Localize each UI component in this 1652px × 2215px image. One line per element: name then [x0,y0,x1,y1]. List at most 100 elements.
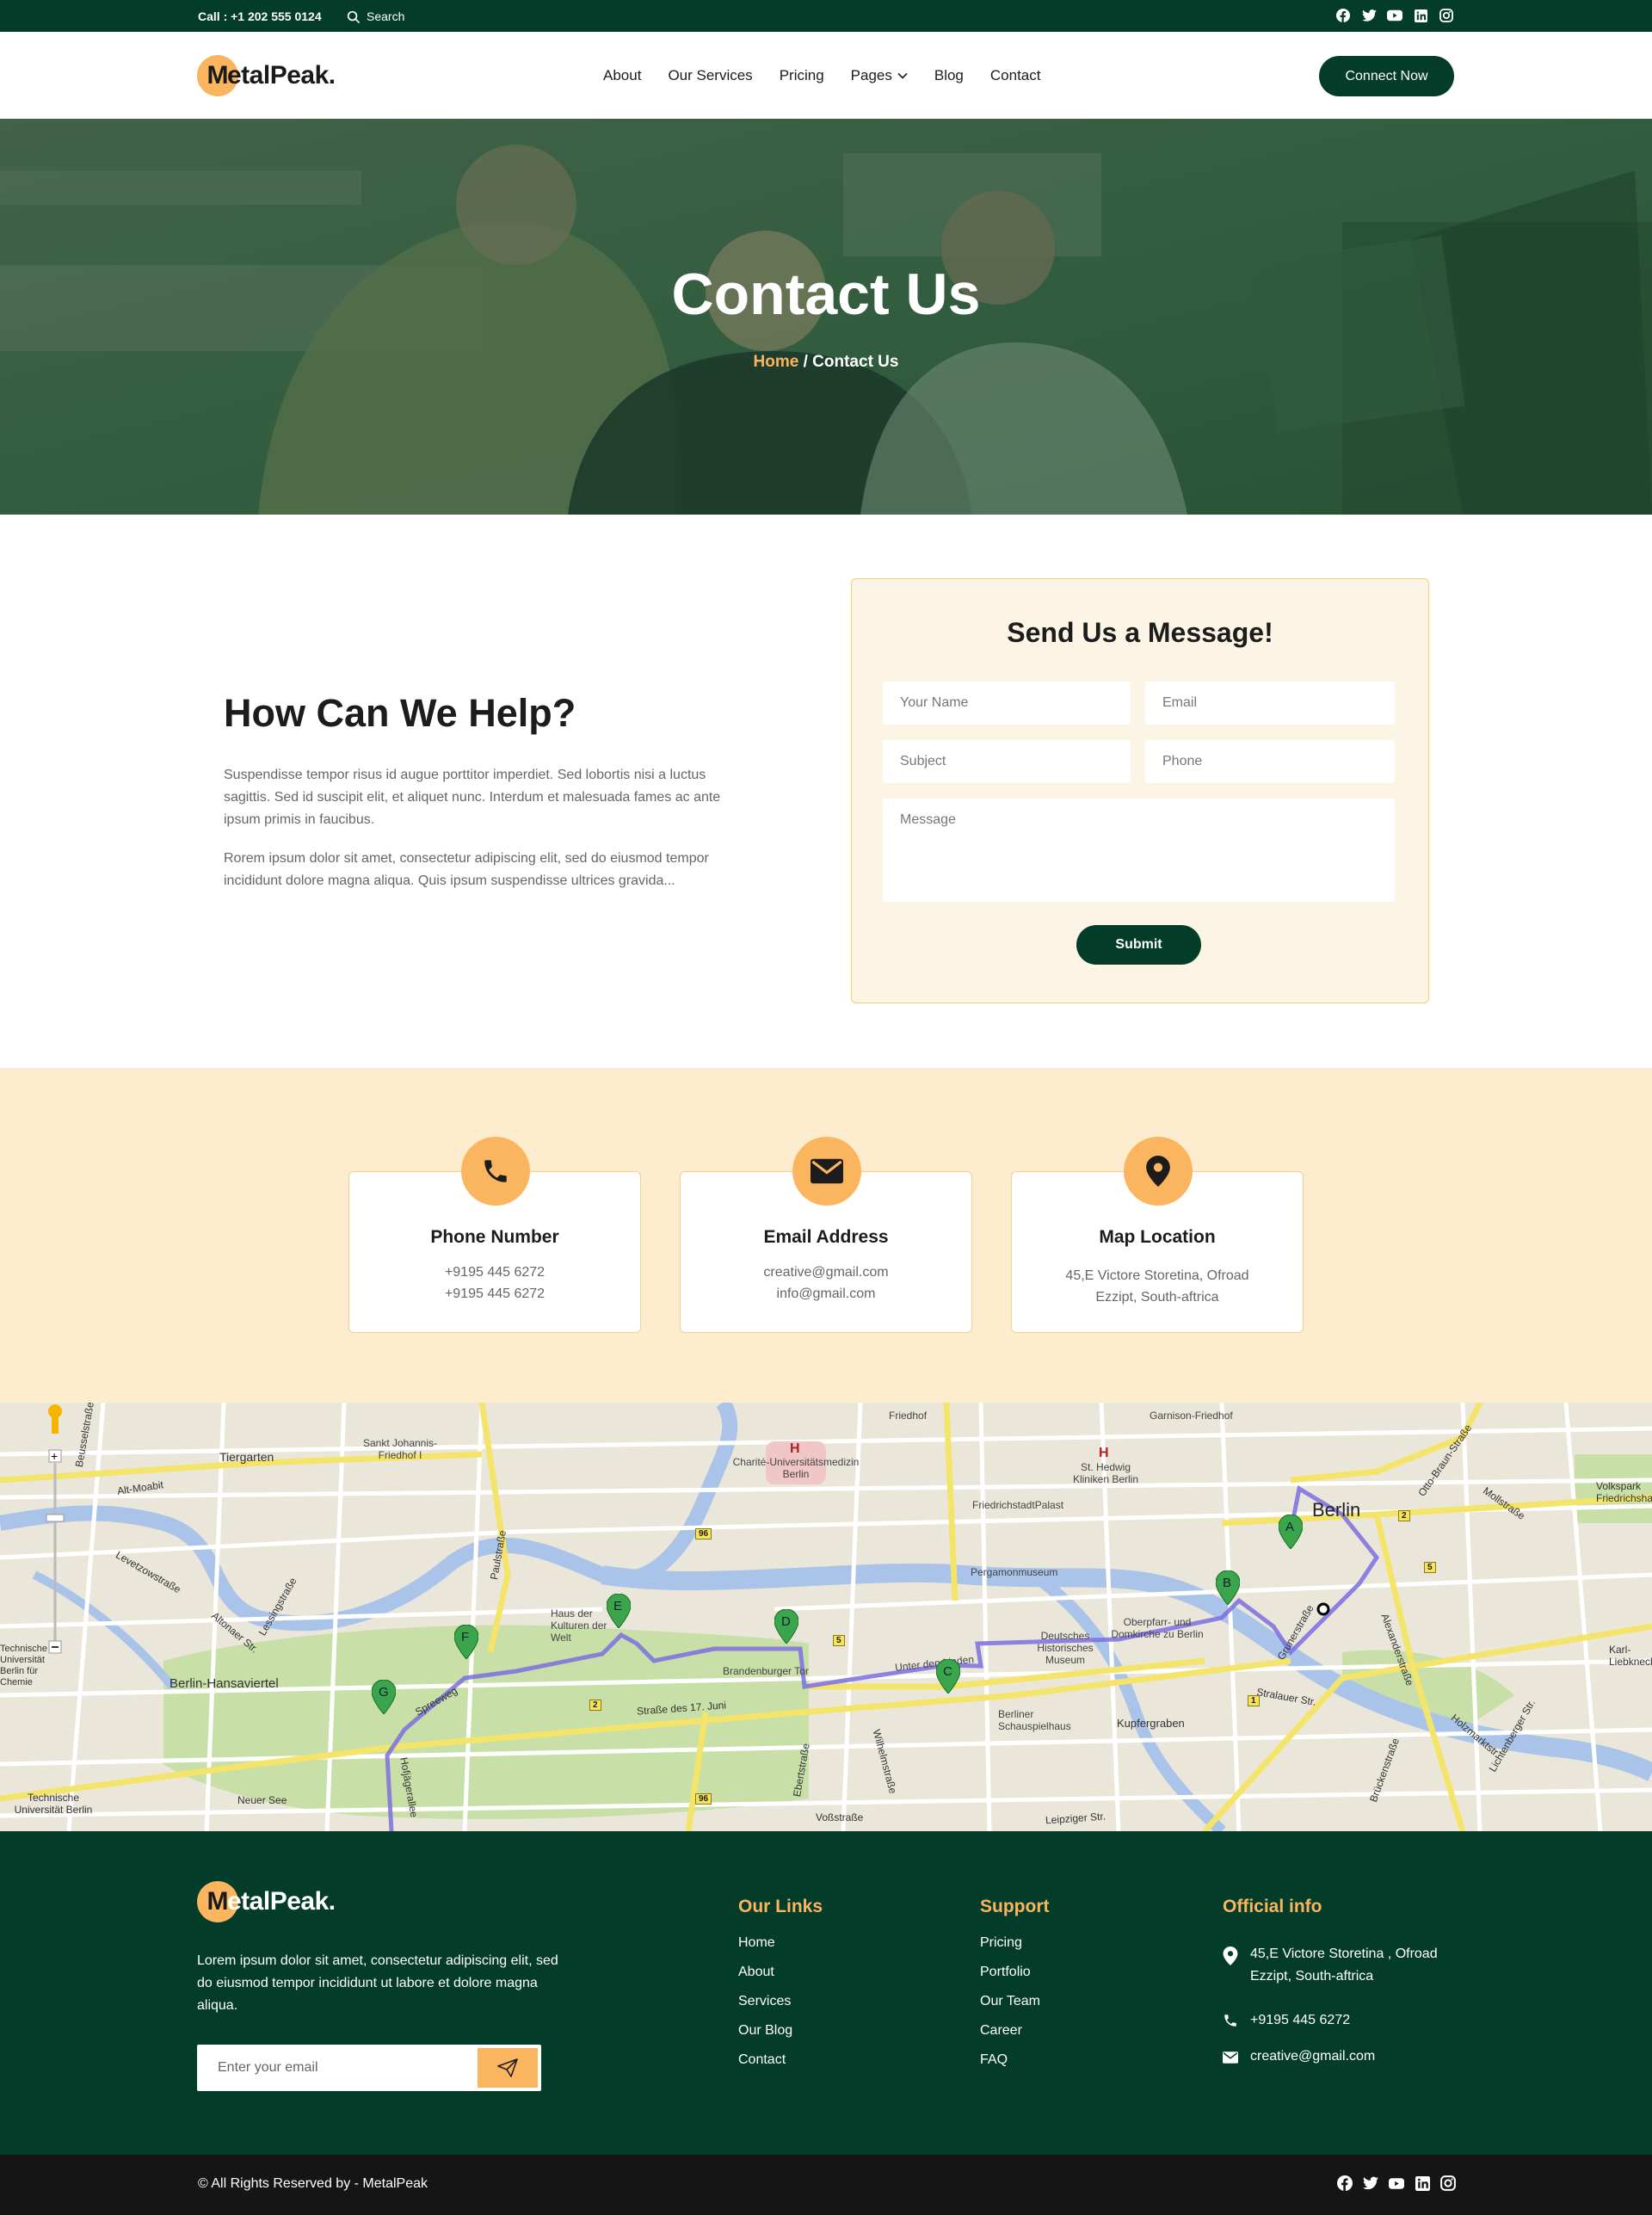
google-map[interactable]: H H + Tiergarten Alt-Moabit Sankt Johann… [0,1403,1652,1831]
map-label-charite: Charité-Universitätsmedizin Berlin [732,1456,860,1480]
copyright-bar: © All Rights Reserved by - MetalPeak [0,2155,1652,2215]
newsletter-form [197,2045,541,2091]
contact-info-section: Phone Number +9195 445 6272 +9195 445 627… [0,1068,1652,1403]
marker-letter: C [943,1664,952,1679]
map-marker-d[interactable]: D [774,1608,799,1648]
map-marker-a[interactable]: A [1278,1514,1304,1553]
copyright-text: © All Rights Reserved by - MetalPeak [198,2176,428,2191]
nav-about[interactable]: About [603,67,641,84]
phone-card-title: Phone Number [430,1227,559,1247]
footer-link-portfolio[interactable]: Portfolio [980,1965,1049,1994]
help-paragraph-2: Rorem ipsum dolor sit amet, consectetur … [224,851,709,888]
road-shield: 2 [1398,1510,1410,1521]
nav-blog[interactable]: Blog [934,67,964,84]
footer-phone-text[interactable]: +9195 445 6272 [1250,2009,1350,2036]
help-paragraph-1: Suspendisse tempor risus id augue portti… [224,768,721,827]
footer-link-about[interactable]: About [738,1965,823,1994]
form-title: Send Us a Message! [1007,617,1273,648]
footer-link-our-team[interactable]: Our Team [980,1994,1049,2023]
logo-text: etalPeak. [227,61,336,89]
map-marker-b[interactable]: B [1215,1570,1241,1609]
map-label-neuer-see: Neuer See [237,1794,287,1806]
nav-our-services[interactable]: Our Services [668,67,752,84]
youtube-icon[interactable] [1389,2175,1404,2191]
footer-link-home[interactable]: Home [738,1935,823,1965]
email-input[interactable] [1145,682,1395,725]
site-logo[interactable]: M etalPeak. [197,55,336,96]
main-nav: About Our Services Pricing Pages Blog Co… [603,67,1040,84]
footer-email-text[interactable]: creative@gmail.com [1250,2045,1375,2071]
linkedin-icon[interactable] [1415,2175,1430,2191]
chevron-down-icon [897,72,908,79]
email-line-1[interactable]: creative@gmail.com [681,1262,971,1283]
map-card-values: 45,E Victore Storetina, Ofroad Ezzipt, So… [1012,1265,1303,1308]
footer-link-pricing[interactable]: Pricing [980,1935,1049,1965]
search-icon [347,10,360,23]
map-marker-e[interactable]: E [606,1593,632,1632]
map-label-st-hedwig: St. Hedwig Kliniken Berlin [1072,1461,1139,1485]
email-card-title: Email Address [763,1227,889,1247]
footer-address: 45,E Victore Storetina , Ofroad Ezzipt, … [1223,1943,1455,1988]
marker-letter: B [1223,1576,1231,1590]
instagram-icon[interactable] [1439,8,1454,23]
nav-pricing[interactable]: Pricing [780,67,824,84]
breadcrumb-current: Contact Us [812,353,899,371]
map-label-brandenburger-tor: Brandenburger Tor [723,1665,809,1677]
map-marker-c[interactable]: C [935,1658,961,1698]
map-label-garnison: Garnison-Friedhof [1150,1410,1233,1422]
breadcrumb-home[interactable]: Home [754,353,799,371]
map-location-card: Map Location 45,E Victore Storetina, Ofr… [1011,1137,1304,1333]
footer-link-our-blog[interactable]: Our Blog [738,2023,823,2052]
hero-banner: Contact Us Home / Contact Us [0,119,1652,515]
newsletter-send-button[interactable] [478,2048,538,2088]
marker-letter: F [461,1630,469,1644]
email-line-2[interactable]: info@gmail.com [681,1283,971,1305]
official-info-heading: Official info [1223,1897,1322,1916]
map-marker-f[interactable]: F [453,1624,479,1663]
phone-line-1[interactable]: +9195 445 6272 [349,1262,640,1283]
map-label-friedrichstadtpalast: FriedrichstadtPalast [972,1499,1064,1511]
footer-support-column: Support Pricing Portfolio Our Team Caree… [980,1897,1049,2082]
map-label-friedhof-2: Friedhof [889,1410,928,1422]
facebook-icon[interactable] [1337,2175,1353,2191]
linkedin-icon[interactable] [1413,8,1428,23]
connect-now-button[interactable]: Connect Now [1319,56,1454,96]
phone-icon [461,1137,530,1206]
phone-icon [1223,2009,1240,2036]
map-marker-g[interactable]: G [371,1679,397,1718]
footer-link-career[interactable]: Career [980,2023,1049,2052]
footer-phone: +9195 445 6272 [1223,2009,1350,2036]
call-number[interactable]: Call : +1 202 555 0124 [198,9,322,23]
bottom-socials [1337,2175,1456,2191]
twitter-icon[interactable] [1361,8,1377,23]
hero-title: Contact Us [671,262,981,327]
youtube-icon[interactable] [1387,8,1402,23]
help-heading: How Can We Help? [224,691,576,735]
footer-link-services[interactable]: Services [738,1994,823,2023]
footer-logo[interactable]: M etalPeak. [197,1881,336,1922]
message-textarea[interactable] [883,799,1395,902]
marker-letter: E [613,1599,622,1613]
subject-input[interactable] [883,740,1131,783]
nav-contact[interactable]: Contact [990,67,1041,84]
nav-pages-label: Pages [850,67,892,83]
map-label-volkspark: Volkspark Friedrichshain [1596,1480,1652,1504]
newsletter-email-input[interactable] [197,2045,477,2091]
footer-link-faq[interactable]: FAQ [980,2052,1049,2082]
twitter-icon[interactable] [1363,2175,1378,2191]
footer-link-contact[interactable]: Contact [738,2052,823,2082]
map-label-kupfergraben: Kupfergraben [1117,1717,1185,1730]
road-shield: 5 [833,1635,845,1646]
phone-card: Phone Number +9195 445 6272 +9195 445 627… [348,1137,641,1333]
submit-button[interactable]: Submit [1076,925,1201,965]
nav-pages[interactable]: Pages [851,67,908,84]
name-input[interactable] [883,682,1131,725]
phone-input[interactable] [1145,740,1395,783]
footer-links-column: Our Links Home About Services Our Blog C… [738,1897,823,2082]
instagram-icon[interactable] [1440,2175,1456,2191]
address-line-2: Ezzipt, South-aftrica [1095,1290,1219,1305]
phone-line-2[interactable]: +9195 445 6272 [349,1283,640,1305]
facebook-icon[interactable] [1335,8,1351,23]
footer-email: creative@gmail.com [1223,2045,1375,2071]
top-search[interactable]: Search [347,9,404,23]
